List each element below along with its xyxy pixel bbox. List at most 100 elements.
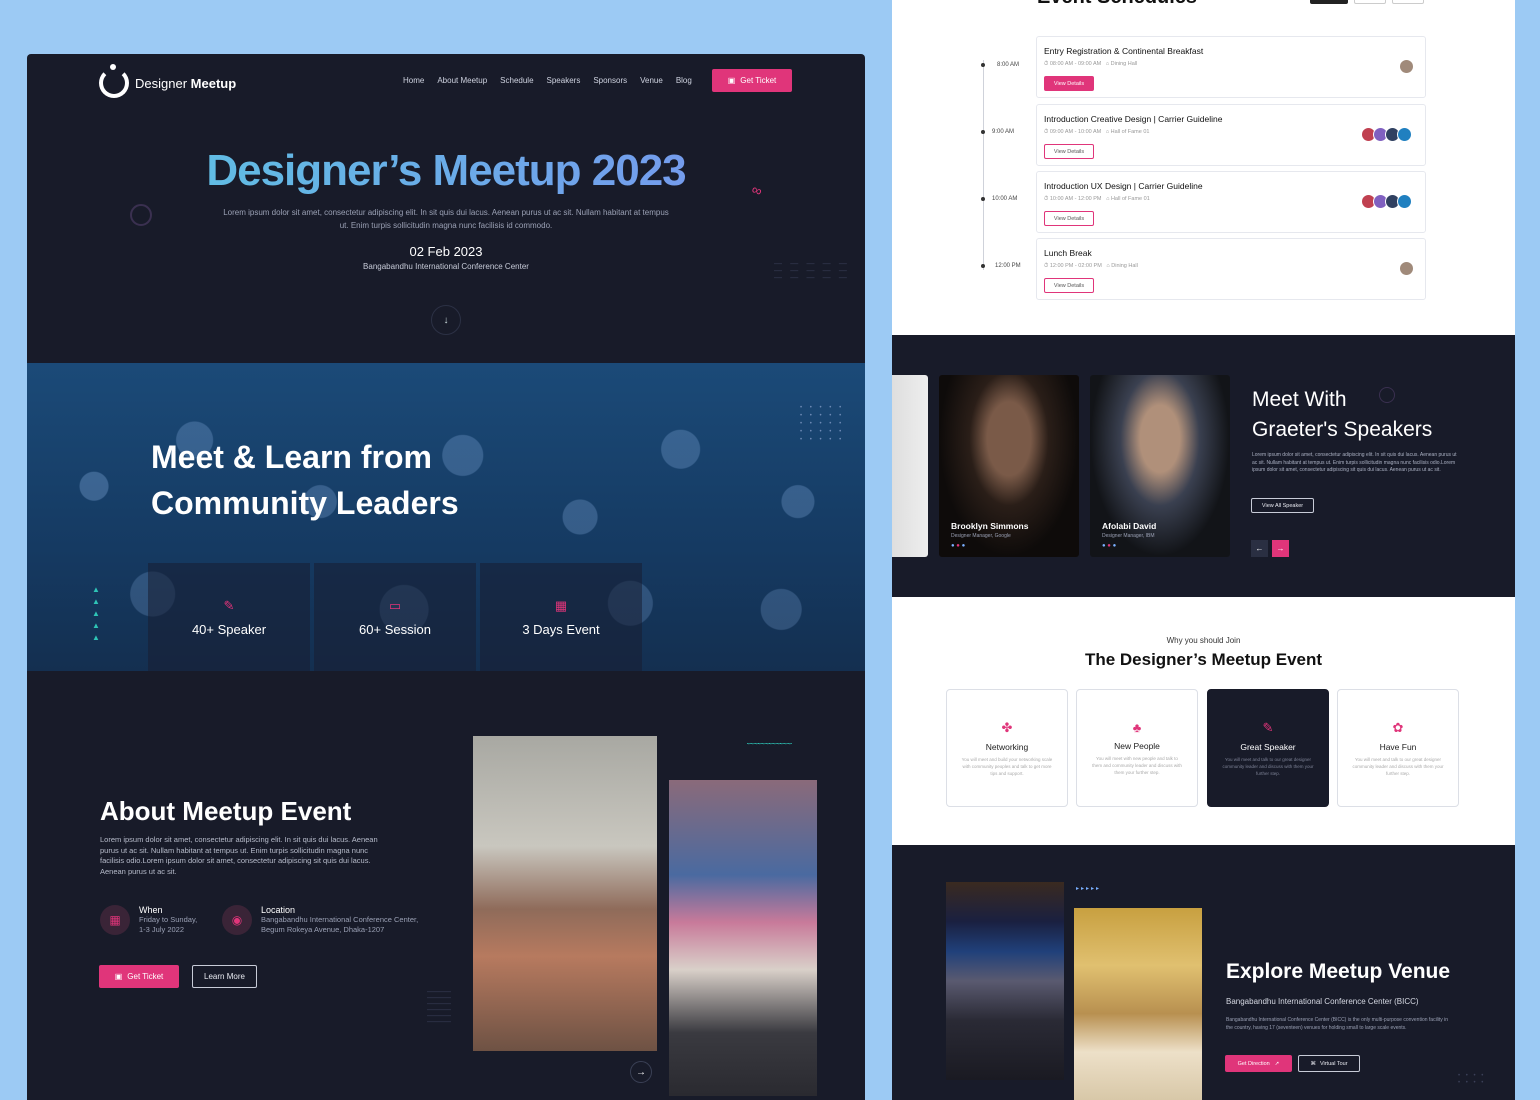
nav-item-speakers[interactable]: Speakers bbox=[547, 76, 581, 85]
paw-icon: ✿ bbox=[1392, 720, 1404, 735]
speakers-title: Meet With Graeter's Speakers bbox=[1252, 388, 1433, 441]
timeline-dot bbox=[981, 130, 985, 134]
calendar-icon: ▦ bbox=[100, 905, 130, 935]
ticket-icon: ▣ bbox=[114, 972, 123, 981]
view-details-button[interactable]: View Details bbox=[1044, 76, 1094, 91]
arrow-right-icon: → bbox=[636, 1066, 646, 1078]
calendar-icon: ▦ bbox=[554, 597, 568, 613]
feature-card-great-speaker[interactable]: ✎ Great Speaker You will meet and talk t… bbox=[1207, 689, 1329, 807]
schedule-time: 9:00 AM bbox=[992, 129, 1015, 135]
schedule-time: 8:00 AM bbox=[997, 62, 1020, 68]
why-title: The Designer’s Meetup Event bbox=[1084, 650, 1323, 669]
feature-card-have-fun[interactable]: ✿ Have Fun You will meet and talk to our… bbox=[1337, 689, 1459, 807]
schedule-day-tab[interactable] bbox=[1354, 0, 1386, 4]
community-title: Meet & Learn from Community Leaders bbox=[151, 439, 459, 521]
schedule-day-tab[interactable] bbox=[1392, 0, 1424, 4]
nav-item-about[interactable]: About Meetup bbox=[437, 76, 487, 85]
schedule-meta: ⏱ 09:00 AM - 10:00 AM ⌂ Hall of Fame 01 bbox=[1044, 129, 1150, 135]
nav-item-venue[interactable]: Venue bbox=[640, 76, 663, 85]
speaker-card[interactable]: Brooklyn Simmons Designer Manager, Googl… bbox=[939, 375, 1079, 557]
nav-item-sponsors[interactable]: Sponsors bbox=[593, 76, 627, 85]
schedule-card: Introduction Creative Design | Carrier G… bbox=[1036, 104, 1426, 166]
virtual-tour-button[interactable]: ⌘ Virtual Tour bbox=[1298, 1055, 1360, 1072]
next-arrow-button[interactable]: → bbox=[630, 1061, 652, 1083]
arrow-right-icon: → bbox=[1276, 544, 1285, 553]
landing-page-dark: Designer Meetup Home About Meetup Schedu… bbox=[27, 54, 865, 1100]
decor-dashes-icon: — — — — — — — — — — — — — — — bbox=[774, 259, 850, 282]
view-details-button[interactable]: View Details bbox=[1044, 211, 1094, 226]
schedule-card: Entry Registration & Continental Breakfa… bbox=[1036, 36, 1426, 98]
speakers-section: Brooklyn Simmons Designer Manager, Googl… bbox=[892, 335, 1515, 597]
schedule-card: Lunch Break ⏱ 12:00 PM - 02:00 PM ⌂ Dini… bbox=[1036, 238, 1426, 300]
feature-card-networking[interactable]: ✤ Networking You will meet and build you… bbox=[946, 689, 1068, 807]
view-details-button[interactable]: View Details bbox=[1044, 278, 1094, 293]
prev-button[interactable]: ← bbox=[1251, 540, 1268, 557]
next-button[interactable]: → bbox=[1272, 540, 1289, 557]
venue-hall-photo bbox=[946, 882, 1064, 1080]
decor-circles-icon bbox=[1379, 387, 1395, 403]
brand-name: Designer Meetup bbox=[135, 75, 237, 91]
location-pin-icon: ◉ bbox=[222, 905, 252, 935]
schedule-meta: ⏱ 10:00 AM - 12:00 PM ⌂ Hall of Fame 01 bbox=[1044, 196, 1150, 202]
arrow-down-icon: ↓ bbox=[443, 314, 449, 326]
venue-subtitle: Bangabandhu International Conference Cen… bbox=[1226, 997, 1419, 1006]
speaker-card[interactable]: Afolabi David Designer Manager, IBM ● ● … bbox=[1090, 375, 1230, 557]
speaker-avatar bbox=[1397, 194, 1412, 209]
scroll-down-button[interactable]: ↓ bbox=[431, 305, 461, 335]
schedule-time: 12:00 PM bbox=[995, 263, 1021, 269]
get-ticket-button[interactable]: ▣ Get Ticket bbox=[712, 69, 792, 92]
social-icons[interactable]: ● ● ● bbox=[1102, 543, 1116, 549]
nav-item-schedule[interactable]: Schedule bbox=[500, 76, 533, 85]
handshake-icon: ✤ bbox=[1001, 720, 1013, 735]
about-description: Lorem ipsum dolor sit amet, consectetur … bbox=[100, 835, 378, 876]
nav-item-blog[interactable]: Blog bbox=[676, 76, 692, 85]
timeline-dot bbox=[981, 63, 985, 67]
why-subtitle: Why you should Join bbox=[1166, 636, 1241, 645]
stat-days: ▦ 3 Days Event bbox=[480, 563, 642, 671]
feature-card-new-people[interactable]: ♣ New People You will meet with new peop… bbox=[1076, 689, 1198, 807]
stat-sessions: ▭ 60+ Session bbox=[314, 563, 476, 671]
vr-icon: ⌘ bbox=[1310, 1060, 1316, 1067]
about-get-ticket-button[interactable]: ▣ Get Ticket bbox=[99, 965, 179, 988]
hero-title: Designer’s Meetup 2023 bbox=[27, 146, 865, 196]
learn-more-button[interactable]: Learn More bbox=[192, 965, 257, 988]
main-nav: Home About Meetup Schedule Speakers Spon… bbox=[403, 76, 692, 85]
schedule-time: 10:00 AM bbox=[992, 196, 1018, 202]
decor-wave-icon: ﹏﹏﹏﹏ bbox=[747, 732, 792, 746]
when-info: When Friday to Sunday, 1-3 July 2022 bbox=[139, 905, 198, 934]
speaker-avatar bbox=[1399, 261, 1414, 276]
schedule-meta: ⏱ 08:00 AM - 09:00 AM ⌂ Dining Hall bbox=[1044, 61, 1138, 67]
hero-venue: Bangabandhu International Conference Cen… bbox=[363, 262, 529, 271]
schedule-title: Event Schedules bbox=[1037, 0, 1197, 9]
microphone-icon: ✎ bbox=[1262, 720, 1274, 735]
decor-dots-icon: • • • • • • • • • • • • • • • • • • • • • • … bbox=[800, 405, 845, 443]
microphone-icon: ✎ bbox=[223, 597, 235, 613]
venue-title: Explore Meetup Venue bbox=[1226, 960, 1451, 983]
speaker-card-partial[interactable] bbox=[892, 375, 928, 557]
decor-circles-icon bbox=[130, 204, 152, 226]
social-icons[interactable]: ● ● ● bbox=[951, 543, 965, 549]
venue-description: Bangabandhu International Conference Cen… bbox=[1226, 1017, 1449, 1031]
nav-item-home[interactable]: Home bbox=[403, 76, 424, 85]
venue-section: ▸▸▸▸▸ Explore Meetup Venue Bangabandhu I… bbox=[892, 845, 1515, 1100]
speakers-description: Lorem ipsum dolor sit amet, consectetur … bbox=[1252, 452, 1457, 473]
ticket-icon: ▣ bbox=[727, 76, 736, 85]
people-icon: ♣ bbox=[1132, 720, 1142, 735]
view-all-speaker-button[interactable]: View All Speaker bbox=[1251, 498, 1314, 513]
speaker-photo bbox=[473, 736, 657, 1051]
hero-description: Lorem ipsum dolor sit amet, consectetur … bbox=[223, 208, 669, 230]
view-details-button[interactable]: View Details bbox=[1044, 144, 1094, 159]
schedule-card: Introduction UX Design | Carrier Guideli… bbox=[1036, 171, 1426, 233]
timeline-dot bbox=[981, 197, 985, 201]
decor-lines-icon: ——— ——— ——— ——— ——— ——— bbox=[427, 987, 451, 1026]
location-info: Location Bangabandhu International Confe… bbox=[261, 905, 419, 934]
monitor-icon: ▭ bbox=[388, 597, 402, 613]
venue-ballroom-photo bbox=[1074, 908, 1202, 1100]
logo-mark-icon bbox=[99, 64, 129, 98]
brand-logo[interactable]: Designer Meetup bbox=[99, 64, 237, 98]
get-direction-button[interactable]: Get Direction ➚ bbox=[1225, 1055, 1292, 1072]
timeline-line bbox=[983, 60, 984, 270]
decor-arrows-icon: ▸▸▸▸▸ bbox=[1076, 886, 1102, 892]
speaker-avatar bbox=[1399, 59, 1414, 74]
schedule-day-tab-active[interactable] bbox=[1310, 0, 1348, 4]
